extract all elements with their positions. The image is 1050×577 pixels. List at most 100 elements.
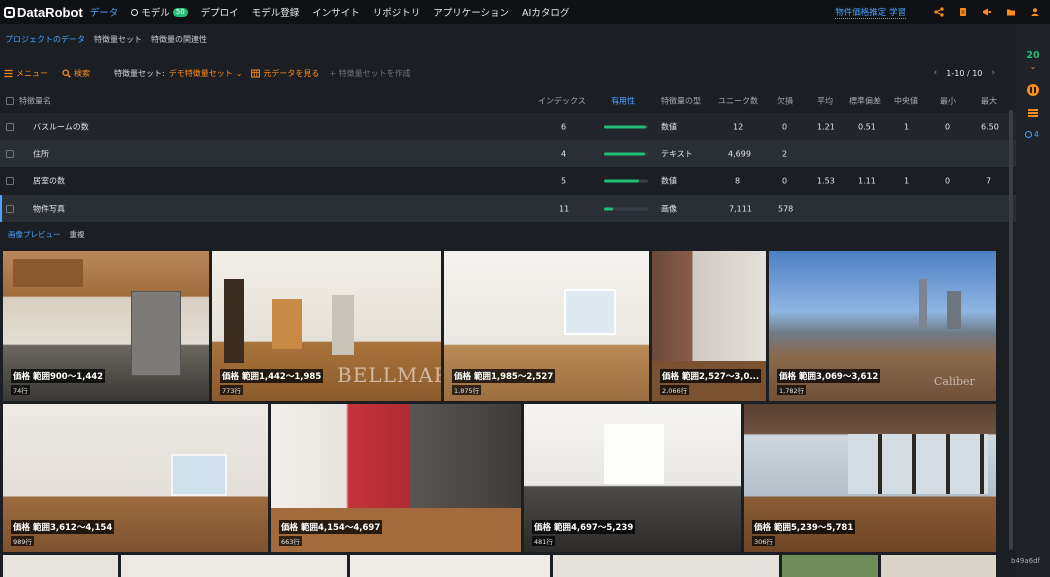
tile-row-count: 1,875行 [452,385,482,395]
image-tile-price-1985-2527[interactable]: 価格 範囲1,985〜2,527 1,875行 [444,251,649,401]
menu-button[interactable]: メニュー [4,68,48,79]
nav-ai-catalog[interactable]: AIカタログ [522,5,569,19]
pagination-range: 1-10 / 10 [946,68,983,78]
image-tile-price-3069-3612[interactable]: Caliber 価格 範囲3,069〜3,612 1,782行 [769,251,996,401]
feature-name[interactable]: 居室の数 [33,175,65,186]
list-icon[interactable] [1028,109,1038,117]
create-feature-set-button[interactable]: + 特徴量セットを作成 [329,68,410,79]
subnav-feature-sets[interactable]: 特徴量セット [94,34,142,45]
folder-icon[interactable] [1006,7,1016,17]
nav-applications[interactable]: アプリケーション [433,5,509,19]
header-index[interactable]: インデックス [538,96,586,107]
subnav-feature-associations[interactable]: 特徴量の関連性 [151,34,207,45]
tab-duplicates[interactable]: 重複 [70,229,85,240]
header-var-type[interactable]: 特徴量の型 [661,96,701,107]
chevron-down-icon: ⌄ [235,68,243,78]
table-icon [251,69,261,77]
tile-row-count: 74行 [11,385,30,395]
image-tile-partial[interactable] [782,555,878,577]
header-max[interactable]: 最大 [981,96,997,107]
image-tile-partial[interactable] [3,555,118,577]
header-mean[interactable]: 平均 [817,96,833,107]
image-tile-partial[interactable] [121,555,347,577]
tile-row-count: 663行 [279,536,302,546]
worker-ring-icon [1025,131,1032,138]
feature-name[interactable]: バスルームの数 [33,121,89,132]
feature-set-label: 特徴量セット: [114,68,165,78]
header-std[interactable]: 標準偏差 [849,96,881,107]
subnav-project-data[interactable]: プロジェクトのデータ [5,34,85,45]
image-tile-partial[interactable] [350,555,550,577]
header-feature-name[interactable]: 特徴量名 [19,96,51,107]
header-min[interactable]: 最小 [940,96,956,107]
feature-min: 0 [945,176,951,185]
row-checkbox[interactable] [6,122,14,131]
megaphone-icon[interactable] [982,7,992,17]
importance-fill [604,152,645,155]
header-missing[interactable]: 欠損 [777,96,793,107]
feature-toolbar: メニュー 検索 特徴量セット: デモ特徴量セット ⌄ 元データを見る + 特徴量… [0,60,1016,86]
chevron-left-icon[interactable]: ‹ [934,68,938,78]
feature-name[interactable]: 物件写真 [33,203,65,214]
image-tile-partial[interactable] [553,555,779,577]
nav-model-registry[interactable]: モデル登録 [252,5,300,19]
fridge-shape [131,291,181,376]
nav-data-label: データ [89,8,119,19]
row-checkbox[interactable] [6,204,14,213]
image-tile-price-1442-1985[interactable]: BELLMARC 価格 範囲1,442〜1,985 773行 [212,251,441,401]
nav-deploy[interactable]: デプロイ [201,5,239,19]
search-button[interactable]: 検索 [62,68,90,79]
nav-data[interactable]: データ [90,5,119,19]
table-row[interactable]: 住所 4 テキスト 4,699 2 [0,140,1016,167]
row-checkbox[interactable] [6,176,14,185]
build-id: b49a6df [1011,557,1041,565]
workers-indicator[interactable]: 4 [1025,130,1039,139]
tile-caption: 価格 範囲1,985〜2,527 [452,369,556,383]
tab-image-preview[interactable]: 画像プレビュー [8,229,61,240]
feature-name[interactable]: 住所 [33,148,49,159]
tile-caption: 価格 範囲4,697〜5,239 [532,520,636,534]
feature-type: 画像 [661,204,677,213]
chevron-down-icon[interactable]: ⌄ [1016,62,1050,71]
header-unique[interactable]: ユニーク数 [718,96,758,107]
image-tile-price-3612-4154[interactable]: 価格 範囲3,612〜4,154 989行 [3,404,268,552]
tile-row-count: 306行 [752,536,775,546]
feature-unique: 8 [735,176,741,185]
top-navigation: DataRobot データ モデル 50 デプロイ モデル登録 インサイト リポジ… [0,0,1050,24]
header-median[interactable]: 中央値 [894,96,918,107]
project-target-link[interactable]: 物件価格推定 学習 [835,6,906,19]
nav-insights[interactable]: インサイト [312,5,360,19]
feature-missing: 2 [782,149,788,158]
select-all-checkbox[interactable] [6,97,14,105]
datarobot-logo[interactable]: DataRobot [4,5,83,20]
feature-type: 数値 [661,176,677,185]
tile-row-count: 1,782行 [777,385,807,395]
image-tile-price-5239-5781[interactable]: 価格 範囲5,239〜5,781 306行 [744,404,996,552]
image-tile-partial[interactable] [881,555,996,577]
worker-count[interactable]: 20 [1016,50,1050,61]
tile-watermark: Caliber [934,375,975,388]
preview-scrollbar[interactable] [1009,110,1013,550]
nav-repository[interactable]: リポジトリ [373,5,421,19]
image-tile-price-4154-4697[interactable]: 価格 範囲4,154〜4,697 663行 [271,404,521,552]
feature-set-dropdown[interactable]: デモ特徴量セット ⌄ [169,68,243,79]
chevron-right-icon[interactable]: › [991,68,995,78]
document-icon[interactable] [958,7,968,17]
share-icon[interactable] [934,7,944,17]
feature-missing: 0 [782,176,788,185]
feature-index: 6 [561,122,567,131]
table-row[interactable]: 居室の数 5 数値 8 0 1.53 1.11 1 0 7 [0,167,1016,194]
pause-icon[interactable] [1027,84,1039,96]
doorway-shape [224,279,244,363]
row-checkbox[interactable] [6,149,14,158]
table-row[interactable]: バスルームの数 6 数値 12 0 1.21 0.51 1 0 6.50 [0,113,1016,140]
user-icon[interactable] [1030,7,1040,17]
nav-models[interactable]: モデル 50 [131,5,188,19]
brand-name: DataRobot [17,4,83,20]
image-tile-price-2527-3069[interactable]: 価格 範囲2,527〜3,0... 2,066行 [652,251,766,401]
table-row-expanded[interactable]: 物件写真 11 画像 7,111 578 [0,195,1016,222]
view-raw-data-button[interactable]: 元データを見る [251,68,319,79]
image-tile-price-900-1442[interactable]: 価格 範囲900〜1,442 74行 [3,251,209,401]
feature-max: 7 [986,176,992,185]
image-tile-price-4697-5239[interactable]: 価格 範囲4,697〜5,239 481行 [524,404,741,552]
